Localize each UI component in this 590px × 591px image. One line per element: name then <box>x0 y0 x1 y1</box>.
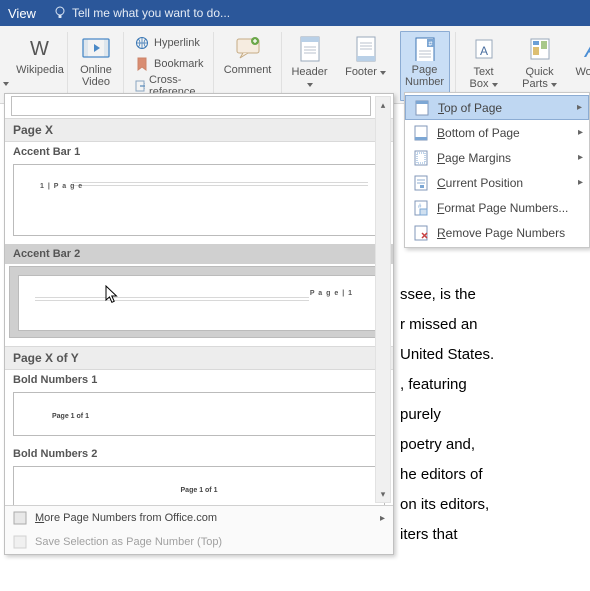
svg-text:#: # <box>428 41 432 48</box>
lightbulb-icon <box>54 6 66 20</box>
quick-parts-button[interactable]: Quick Parts <box>518 31 562 101</box>
header-button[interactable]: Header <box>288 31 332 101</box>
menu-item-bottom-of-page[interactable]: Bottom of Page▸ <box>405 120 589 145</box>
gallery-item-bold-numbers-1-label: Bold Numbers 1 <box>5 370 393 390</box>
gallery-category-page-x: Page X <box>5 118 393 142</box>
prev-group-caret[interactable] <box>3 82 9 86</box>
quick-parts-icon <box>528 35 552 63</box>
menu-item-remove-page-numbers[interactable]: Remove Page Numbers <box>405 220 589 245</box>
svg-text:A: A <box>583 37 590 62</box>
video-icon <box>81 35 111 61</box>
document-body-text: ssee, is the r missed an United States. … <box>400 280 590 550</box>
cross-ref-icon <box>134 79 145 93</box>
more-page-numbers[interactable]: More Page Numbers from Office.com▸ <box>5 506 393 530</box>
remove-page-numbers-icon <box>414 225 428 241</box>
save-icon <box>13 535 29 549</box>
svg-text:W: W <box>30 38 49 60</box>
wordart-button[interactable]: A WordArt <box>574 31 590 101</box>
footer-button[interactable]: Footer <box>344 31 388 101</box>
gallery-filter-bar[interactable] <box>11 96 371 116</box>
save-selection: Save Selection as Page Number (Top) <box>5 530 393 554</box>
menu-item-page-margins[interactable]: Page Margins▸ <box>405 145 589 170</box>
bookmark-button[interactable]: Bookmark <box>130 54 208 76</box>
gallery-scroll: Page X Accent Bar 1 1 | P a g e Accent B… <box>5 94 393 505</box>
wikipedia-button[interactable]: W Wikipedia <box>18 31 62 101</box>
gallery-item-bold-numbers-2-label: Bold Numbers 2 <box>5 444 393 464</box>
comment-button[interactable]: Comment <box>220 31 276 101</box>
gallery-footer: More Page Numbers from Office.com▸ Save … <box>5 505 393 554</box>
page-number-icon: # <box>413 36 437 61</box>
office-icon <box>13 511 29 525</box>
text-box-icon: A <box>472 35 496 63</box>
page-top-icon <box>415 100 429 116</box>
wikipedia-icon: W <box>27 35 53 61</box>
format-page-numbers-icon: # <box>414 200 428 216</box>
scroll-up-icon[interactable]: ▴ <box>376 97 390 113</box>
view-tab[interactable]: View <box>8 6 54 21</box>
menu-item-top-of-page[interactable]: Top of Page▸ <box>405 95 589 120</box>
hyperlink-icon <box>134 36 150 50</box>
gallery-item-accent-bar-1-label: Accent Bar 1 <box>5 142 393 162</box>
page-margins-icon <box>414 150 428 166</box>
bookmark-icon <box>134 57 150 71</box>
current-position-icon <box>414 175 428 191</box>
gallery-item-accent-bar-2-label: Accent Bar 2 <box>5 244 393 264</box>
gallery-item-bold-numbers-1[interactable]: Page 1 of 1 <box>13 392 385 436</box>
page-bottom-icon <box>414 125 428 141</box>
gallery-scrollbar[interactable]: ▴ ▾ <box>375 96 391 503</box>
tell-me[interactable]: Tell me what you want to do... <box>54 6 230 20</box>
footer-icon <box>354 35 378 63</box>
gallery-item-accent-bar-1[interactable]: 1 | P a g e <box>13 164 385 236</box>
gallery-category-page-x-of-y: Page X of Y <box>5 346 393 370</box>
svg-text:A: A <box>480 44 488 58</box>
comment-icon <box>233 35 263 61</box>
header-icon <box>298 35 322 63</box>
wordart-icon: A <box>583 35 590 63</box>
gallery-item-bold-numbers-2[interactable]: Page 1 of 1 <box>13 466 385 505</box>
scroll-down-icon[interactable]: ▾ <box>376 486 390 502</box>
tell-me-text: Tell me what you want to do... <box>72 6 230 20</box>
menu-item-format-page-numbers[interactable]: # Format Page Numbers... <box>405 195 589 220</box>
hyperlink-button[interactable]: Hyperlink <box>130 32 204 54</box>
page-number-gallery: Page X Accent Bar 1 1 | P a g e Accent B… <box>4 93 394 555</box>
menu-item-current-position[interactable]: Current Position▸ <box>405 170 589 195</box>
online-video-button[interactable]: Online Video <box>74 31 118 101</box>
page-number-button[interactable]: # Page Number <box>400 31 450 101</box>
title-bar: View Tell me what you want to do... <box>0 0 590 26</box>
gallery-item-accent-bar-2[interactable]: P a g e | 1 <box>9 266 389 338</box>
page-number-dropdown: Top of Page▸ Bottom of Page▸ Page Margin… <box>404 92 590 248</box>
text-box-button[interactable]: A Text Box <box>462 31 506 101</box>
